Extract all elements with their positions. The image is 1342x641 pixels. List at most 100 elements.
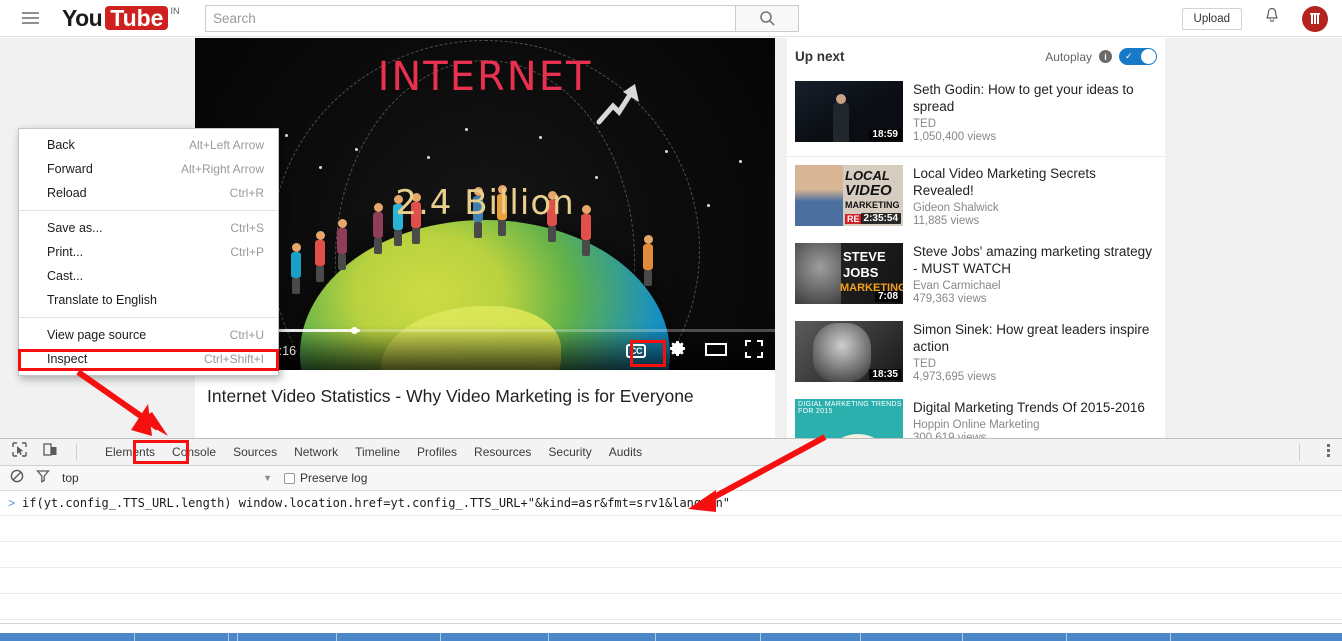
video-duration: 7:08 — [874, 291, 901, 302]
video-meta: Seth Godin: How to get your ideas to spr… — [913, 81, 1157, 143]
video-overlay-title: INTERNET — [377, 54, 593, 100]
tab-profiles[interactable]: Profiles — [417, 445, 457, 459]
menu-label: Save as... — [47, 221, 103, 235]
menu-shortcut: Ctrl+P — [230, 245, 264, 259]
tab-timeline[interactable]: Timeline — [355, 445, 400, 459]
horizontal-scrollbar[interactable] — [0, 633, 1342, 641]
menu-label: Forward — [47, 162, 93, 176]
menu-label: Back — [47, 138, 75, 152]
video-title[interactable]: Digital Marketing Trends Of 2015-2016 — [913, 399, 1157, 416]
toggle-knob — [1141, 49, 1156, 64]
list-item[interactable]: 18:59 Seth Godin: How to get your ideas … — [787, 73, 1165, 157]
view-count: 1,050,400 views — [913, 131, 997, 143]
thumb-text: MARKETING — [845, 200, 900, 210]
context-menu-item-print[interactable]: Print... Ctrl+P — [19, 240, 278, 264]
autoplay-control: Autoplay i ✓ — [1045, 48, 1157, 65]
console-context-select[interactable]: top ▼ — [62, 471, 272, 485]
context-menu-item-cast[interactable]: Cast... — [19, 264, 278, 288]
menu-label: Cast... — [47, 269, 84, 283]
search-button[interactable] — [735, 5, 799, 32]
up-next-rail: Up next Autoplay i ✓ 18:59 Seth Godin: H… — [787, 38, 1165, 460]
menu-divider — [19, 317, 278, 318]
console-output[interactable]: > if(yt.config_.TTS_URL.length) window.l… — [0, 491, 1342, 621]
user-avatar[interactable] — [1302, 5, 1328, 32]
tab-resources[interactable]: Resources — [474, 445, 531, 459]
info-icon[interactable]: i — [1099, 50, 1112, 63]
toolbar-divider — [76, 444, 77, 460]
video-thumbnail[interactable]: STEVE JOBS MARKETING 7:08 — [795, 243, 903, 304]
tab-sources[interactable]: Sources — [233, 445, 277, 459]
menu-shortcut: Alt+Left Arrow — [188, 138, 264, 152]
video-thumbnail[interactable]: LOCAL VIDEO MARKETING RE 2:35:54 — [795, 165, 903, 226]
video-title[interactable]: Simon Sinek: How great leaders inspire a… — [913, 321, 1157, 355]
console-command-text[interactable]: if(yt.config_.TTS_URL.length) window.loc… — [22, 496, 730, 510]
view-count: 11,885 views — [913, 215, 980, 227]
youtube-logo[interactable]: You Tube IN — [62, 6, 179, 30]
progress-bar[interactable] — [195, 327, 775, 334]
list-item[interactable]: LOCAL VIDEO MARKETING RE 2:35:54 Local V… — [787, 157, 1165, 235]
channel-name[interactable]: Hoppin Online Marketing — [913, 419, 1157, 431]
tab-audits[interactable]: Audits — [609, 445, 642, 459]
channel-name[interactable]: TED — [913, 118, 1157, 130]
view-count: 4,973,695 views — [913, 371, 997, 383]
list-item[interactable]: STEVE JOBS MARKETING 7:08 Steve Jobs' am… — [787, 235, 1165, 313]
inspect-element-icon[interactable] — [12, 442, 27, 462]
tab-security[interactable]: Security — [548, 445, 591, 459]
fullscreen-icon[interactable] — [745, 339, 763, 363]
video-title[interactable]: Seth Godin: How to get your ideas to spr… — [913, 81, 1157, 115]
channel-name[interactable]: TED — [913, 358, 1157, 370]
hamburger-menu-icon[interactable] — [22, 12, 60, 24]
devtools-panel: Elements Console Sources Network Timelin… — [0, 438, 1342, 623]
menu-shortcut: Ctrl+S — [230, 221, 264, 235]
video-duration: 2:35:54 — [860, 213, 901, 224]
list-item[interactable]: 18:35 Simon Sinek: How great leaders ins… — [787, 313, 1165, 391]
player-controls: 0:19 / 3:16 CC — [195, 326, 775, 370]
thumb-text: STEVE — [843, 249, 886, 264]
view-count: 479,363 views — [913, 293, 987, 305]
video-title[interactable]: Steve Jobs' amazing marketing strategy -… — [913, 243, 1157, 277]
thumb-text: RE — [845, 214, 862, 224]
video-player[interactable]: INTERNET 2.4 Billion 3:16 CC — [195, 38, 775, 370]
rail-header: Up next Autoplay i ✓ — [787, 48, 1165, 73]
filter-icon[interactable] — [36, 469, 50, 488]
preserve-log-label: Preserve log — [300, 471, 368, 485]
preserve-log-checkbox[interactable]: Preserve log — [284, 471, 367, 485]
video-duration: 18:35 — [869, 369, 901, 380]
search-input[interactable] — [205, 5, 735, 32]
bell-icon[interactable] — [1264, 7, 1280, 30]
channel-name[interactable]: Gideon Shalwick — [913, 202, 1157, 214]
prompt-caret-icon: > — [8, 496, 16, 510]
menu-shortcut: Alt+Right Arrow — [180, 162, 264, 176]
console-input-line[interactable]: > if(yt.config_.TTS_URL.length) window.l… — [0, 491, 1342, 516]
context-menu-item-reload[interactable]: Reload Ctrl+R — [19, 181, 278, 205]
devtools-tabbar: Elements Console Sources Network Timelin… — [0, 439, 1342, 466]
video-meta: Local Video Marketing Secrets Revealed! … — [913, 165, 1157, 227]
devtools-tool-icons — [0, 442, 91, 462]
video-thumbnail[interactable]: 18:35 — [795, 321, 903, 382]
bottom-bar — [0, 623, 1342, 641]
channel-name[interactable]: Evan Carmichael — [913, 280, 1157, 292]
upload-button[interactable]: Upload — [1181, 7, 1242, 30]
clear-console-icon[interactable] — [10, 469, 24, 488]
context-menu-item-view-source[interactable]: View page source Ctrl+U — [19, 323, 278, 347]
video-title[interactable]: Local Video Marketing Secrets Revealed! — [913, 165, 1157, 199]
highlight-cc-button — [630, 340, 666, 367]
tab-network[interactable]: Network — [294, 445, 338, 459]
context-menu-item-forward[interactable]: Forward Alt+Right Arrow — [19, 157, 278, 181]
menu-label: Reload — [47, 186, 87, 200]
browser-context-menu: Back Alt+Left Arrow Forward Alt+Right Ar… — [18, 128, 279, 376]
video-overlay-subtitle: 2.4 Billion — [395, 183, 575, 223]
video-artwork: INTERNET 2.4 Billion — [195, 38, 775, 370]
autoplay-toggle[interactable]: ✓ — [1119, 48, 1157, 65]
avatar-glyph-icon — [1310, 12, 1320, 24]
progress-scrubber[interactable] — [351, 327, 359, 334]
device-toolbar-icon[interactable] — [43, 442, 58, 462]
context-menu-item-translate[interactable]: Translate to English — [19, 288, 278, 312]
theater-mode-icon[interactable] — [705, 341, 727, 362]
menu-shortcut: Ctrl+R — [229, 186, 264, 200]
context-menu-item-save-as[interactable]: Save as... Ctrl+S — [19, 216, 278, 240]
gear-icon[interactable] — [668, 339, 687, 363]
video-thumbnail[interactable]: 18:59 — [795, 81, 903, 142]
context-menu-item-back[interactable]: Back Alt+Left Arrow — [19, 133, 278, 157]
more-options-icon[interactable] — [1327, 444, 1330, 457]
